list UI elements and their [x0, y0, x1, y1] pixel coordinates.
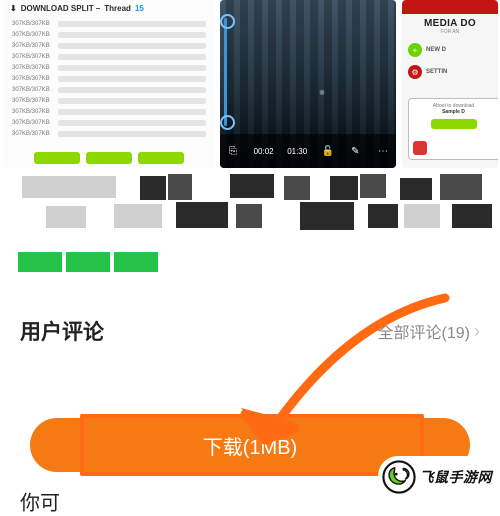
seek-bar: [224, 18, 227, 126]
shot1-title: DOWNLOAD SPLIT –: [21, 4, 101, 13]
plus-icon: +: [408, 43, 422, 57]
blurred-app-title: [0, 168, 500, 252]
all-reviews-label: 全部评论(19): [378, 319, 470, 343]
time-total: 01:30: [287, 147, 307, 156]
flash-logo-icon: [413, 141, 427, 155]
watermark-text: 飞鼠手游网: [420, 467, 493, 487]
gear-icon: ⚙: [408, 65, 422, 79]
shot3-btn2: SETTIN: [426, 69, 447, 75]
all-reviews-link[interactable]: 全部评论(19) ›: [378, 319, 480, 343]
lock-open-icon: 🔓: [321, 144, 335, 158]
threads-count: 15: [135, 4, 144, 13]
site-watermark: 飞鼠手游网: [380, 458, 499, 496]
shot3-subtitle: FOR AN: [402, 29, 498, 35]
cast-icon: ⎘: [226, 144, 240, 158]
shot3-btn1: NEW D: [426, 47, 446, 53]
download-threads-list: 307KB/307KB 307KB/307KB 307KB/307KB 307K…: [4, 15, 214, 143]
download-button-label: 下载(1MB): [203, 431, 297, 460]
thread-size: 307KB/307KB: [12, 21, 54, 27]
panel-name: Sample D: [413, 109, 494, 115]
player-controls: ⎘ 00:02 01:30 🔓 ✎ ⋯: [220, 134, 396, 168]
more-icon: ⋯: [376, 144, 390, 158]
screenshot-carousel[interactable]: ⬇ DOWNLOAD SPLIT – Thread 15 307KB/307KB…: [0, 0, 500, 168]
download-indicator-icon: ⬇: [10, 4, 17, 13]
screenshot-2[interactable]: ⎘ 00:02 01:30 🔓 ✎ ⋯: [220, 0, 396, 168]
shot3-title: MEDIA DO: [402, 18, 498, 29]
threads-label: Thread: [104, 4, 131, 13]
app-tags: [0, 252, 500, 272]
chevron-right-icon: ›: [474, 321, 480, 342]
screenshot-1[interactable]: ⬇ DOWNLOAD SPLIT – Thread 15 307KB/307KB…: [4, 0, 214, 168]
screenshot-3[interactable]: MEDIA DO FOR AN +NEW D ⚙SETTIN About to …: [402, 0, 498, 168]
next-section-title: 你可: [20, 487, 60, 516]
user-reviews-heading: 用户评论: [20, 316, 104, 346]
panel-download-btn: [431, 119, 477, 129]
scissors-icon: ✎: [348, 144, 362, 158]
time-elapsed: 00:02: [254, 147, 274, 156]
squirrel-logo-icon: [382, 460, 416, 494]
shot1-bottom-buttons: [4, 152, 214, 164]
